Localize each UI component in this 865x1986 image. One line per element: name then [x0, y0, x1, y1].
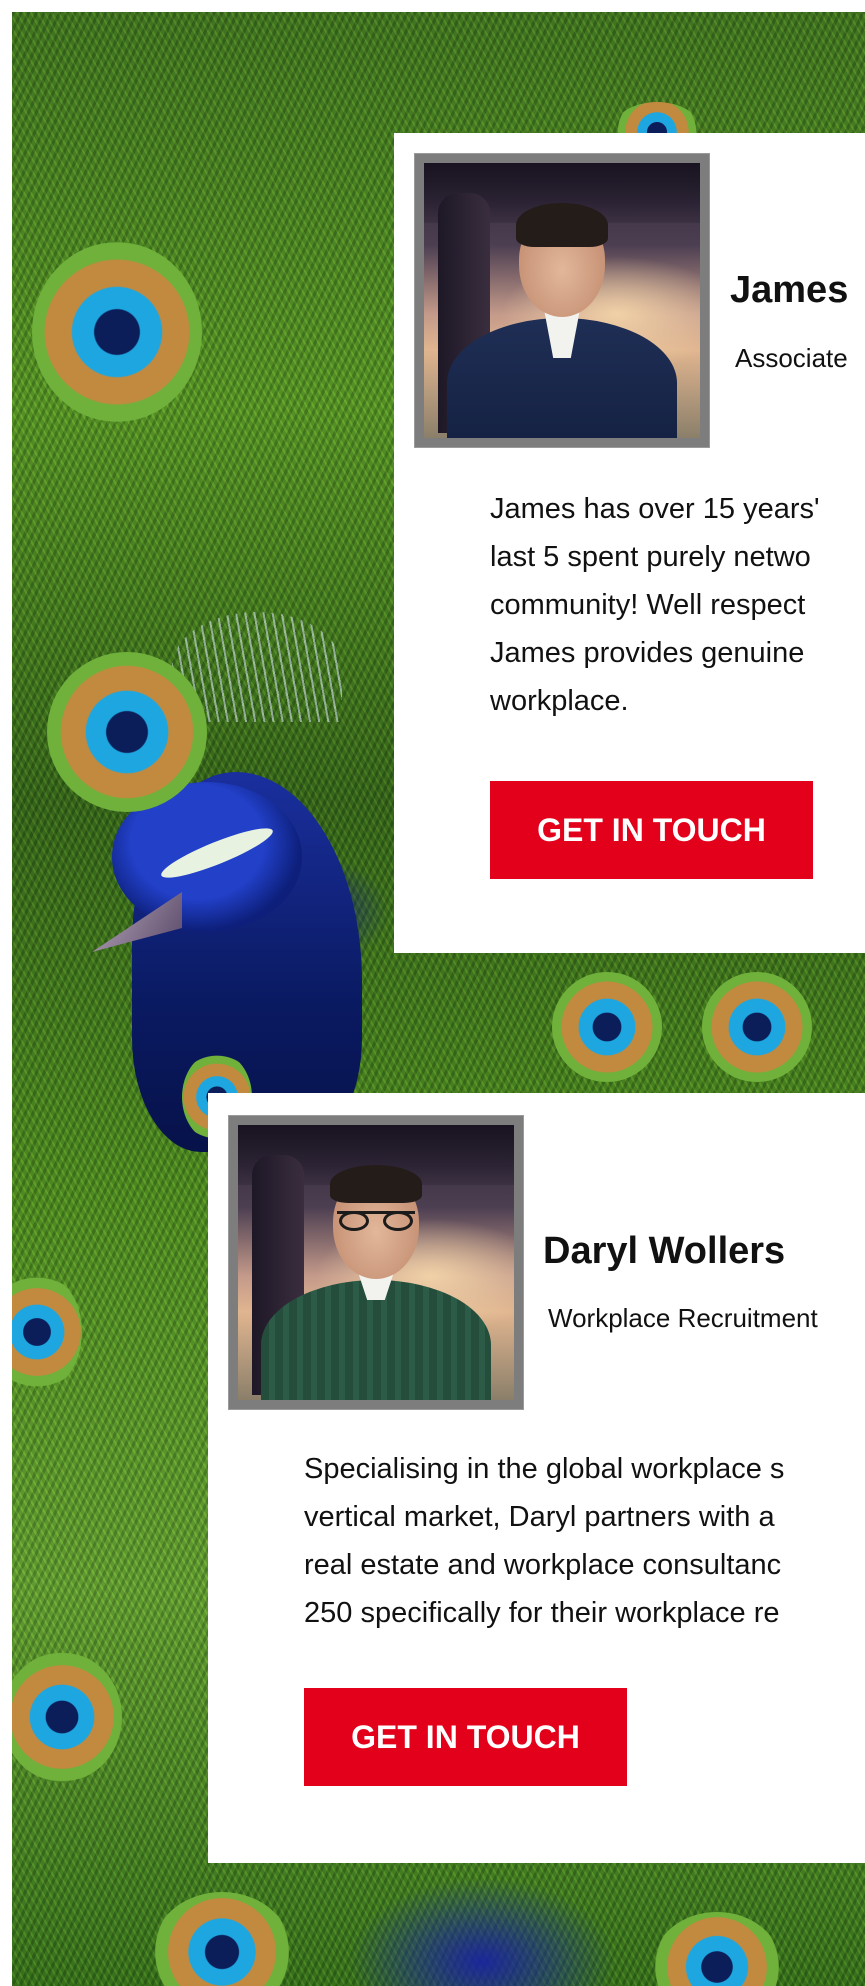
- feather-eye: [702, 972, 812, 1082]
- feather-eye: [152, 1892, 292, 1986]
- profile-card: James Associate James has over 15 years'…: [394, 133, 865, 953]
- profile-card: Daryl Wollers Workplace Recruitment Spec…: [208, 1093, 865, 1863]
- profile-name: James: [730, 269, 849, 311]
- feather-eye: [12, 1652, 122, 1782]
- profile-bio: James has over 15 years' last 5 spent pu…: [490, 493, 820, 717]
- profile-photo: [414, 153, 710, 448]
- profile-name: Daryl Wollers: [543, 1230, 786, 1272]
- profile-bio: Specialising in the global workplace s v…: [304, 1453, 785, 1629]
- feather-eye: [552, 972, 662, 1082]
- profile-role: Associate: [735, 343, 848, 373]
- feather-eye: [12, 1272, 82, 1392]
- profile-role: Workplace Recruitment: [548, 1303, 818, 1333]
- get-in-touch-button[interactable]: GET IN TOUCH: [490, 781, 813, 879]
- get-in-touch-button[interactable]: GET IN TOUCH: [304, 1688, 627, 1786]
- feather-eye: [47, 652, 207, 812]
- feather-eye: [652, 1912, 782, 1986]
- feather-eye: [32, 242, 202, 422]
- profile-photo: [228, 1115, 524, 1410]
